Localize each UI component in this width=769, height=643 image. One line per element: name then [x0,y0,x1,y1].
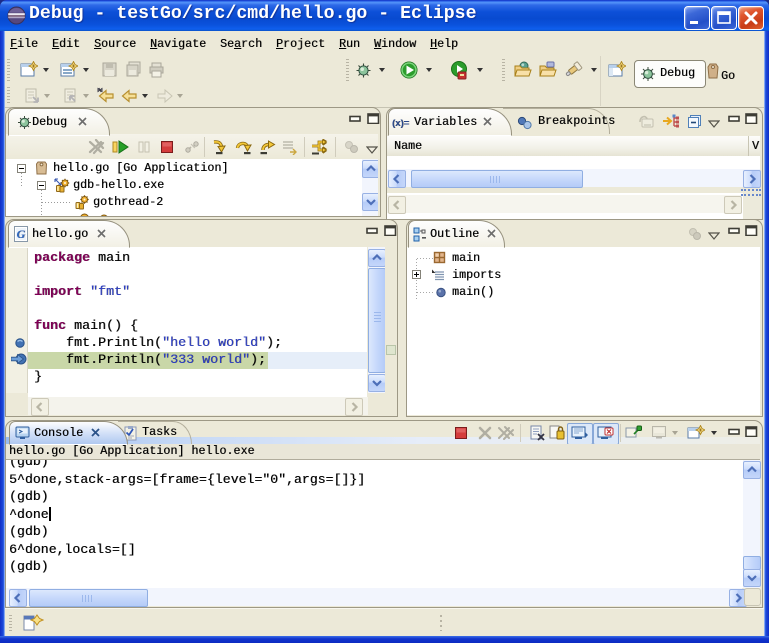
svg-text:(x)=: (x)= [392,118,410,129]
svg-text:G: G [17,227,26,241]
